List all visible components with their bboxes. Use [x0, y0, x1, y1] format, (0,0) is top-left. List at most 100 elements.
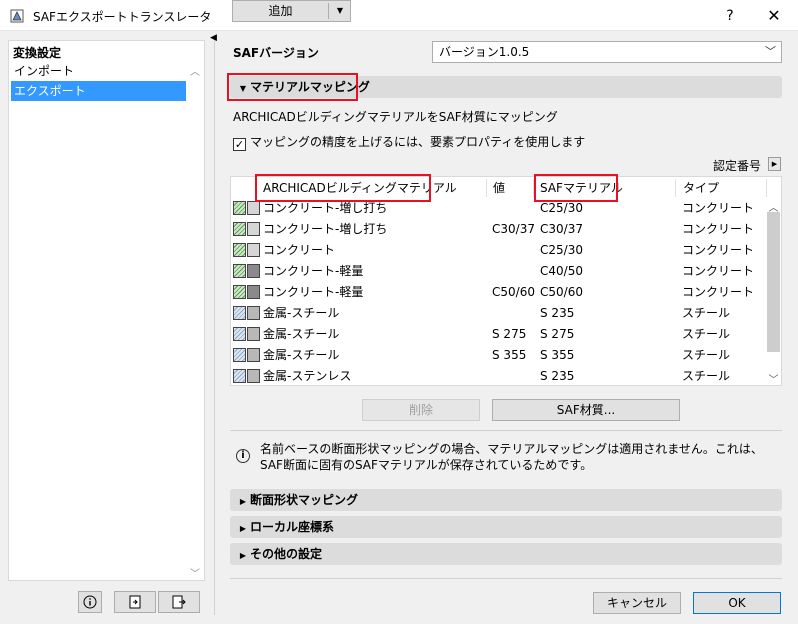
- material-pattern-swatch: [233, 243, 246, 257]
- material-pattern-swatch: [233, 369, 246, 383]
- cell-material: 金属-ステンレス: [263, 369, 352, 383]
- material-pattern-swatch: [233, 264, 246, 278]
- divider: [230, 430, 782, 431]
- chevron-up-icon[interactable]: ︿: [189, 63, 201, 78]
- export-settings-button[interactable]: [158, 591, 200, 613]
- cell-type: コンクリート: [682, 222, 755, 236]
- section-title: ローカル座標系: [250, 520, 335, 534]
- cell-type: コンクリート: [682, 285, 755, 299]
- table-row[interactable]: 金属-スチール S 235 スチール: [231, 302, 765, 323]
- table-row[interactable]: 金属-ステンレス S 235 スチール: [231, 365, 765, 385]
- app-icon: [10, 9, 24, 23]
- info-button[interactable]: [78, 591, 102, 613]
- highlight-box: [255, 174, 431, 202]
- help-button[interactable]: ?: [716, 5, 744, 27]
- chevron-down-icon[interactable]: ﹀: [189, 565, 201, 580]
- cell-saf-material: S 235: [540, 306, 575, 320]
- collapsed-triangle-icon: ▶: [239, 551, 247, 560]
- cell-material: 金属-スチール: [263, 327, 340, 341]
- add-button[interactable]: 追加 ▼: [232, 0, 351, 22]
- cell-material: コンクリート-軽量: [263, 264, 364, 278]
- cert-number-label: 認定番号: [713, 159, 762, 173]
- cell-saf-material: C50/60: [540, 285, 583, 299]
- info-icon: [83, 595, 97, 609]
- highlight-box: [534, 174, 618, 202]
- cell-material: コンクリート-軽量: [263, 285, 364, 299]
- section-title: 断面形状マッピング: [250, 493, 359, 507]
- section-local-coordinates[interactable]: ▶ ローカル座標系: [230, 516, 782, 538]
- col-header-type[interactable]: タイプ: [679, 179, 767, 197]
- material-fill-swatch: [247, 285, 260, 299]
- cell-type: コンクリート: [682, 243, 755, 257]
- chevron-down-icon: ﹀: [765, 45, 776, 58]
- cell-type: コンクリート: [682, 201, 755, 215]
- ok-button[interactable]: OK: [693, 592, 781, 614]
- checkbox-icon: ✓: [233, 138, 246, 151]
- close-icon[interactable]: ✕: [760, 5, 788, 27]
- mapping-description: ARCHICADビルディングマテリアルをSAF材質にマッピング: [233, 110, 558, 124]
- table-scrollbar[interactable]: ︿ ﹀: [766, 197, 781, 385]
- cell-value: S 275: [492, 327, 527, 341]
- cell-value: C30/37: [492, 222, 535, 236]
- material-pattern-swatch: [233, 348, 246, 362]
- material-fill-swatch: [247, 348, 260, 362]
- saf-material-button[interactable]: SAF材質...: [492, 399, 680, 421]
- table-row[interactable]: コンクリート-軽量 C50/60 C50/60 コンクリート: [231, 281, 765, 302]
- table-row[interactable]: 金属-スチール S 355 S 355 スチール: [231, 344, 765, 365]
- delete-button[interactable]: 削除: [362, 399, 480, 421]
- section-profile-mapping[interactable]: ▶ 断面形状マッピング: [230, 489, 782, 511]
- table-row[interactable]: コンクリート-軽量 C40/50 コンクリート: [231, 260, 765, 281]
- scrollbar-thumb[interactable]: [767, 212, 780, 352]
- import-settings-button[interactable]: [114, 591, 156, 613]
- tree-header: 変換設定: [13, 46, 62, 60]
- material-pattern-swatch: [233, 327, 246, 341]
- material-pattern-swatch: [233, 285, 246, 299]
- dropdown-arrow-icon[interactable]: ▼: [333, 1, 347, 21]
- material-fill-swatch: [247, 306, 260, 320]
- cell-type: スチール: [682, 306, 731, 320]
- import-icon: [129, 595, 141, 609]
- material-fill-swatch: [247, 264, 260, 278]
- cell-saf-material: S 235: [540, 369, 575, 383]
- table-row[interactable]: コンクリート C25/30 コンクリート: [231, 239, 765, 260]
- cell-type: スチール: [682, 327, 731, 341]
- material-fill-swatch: [247, 201, 260, 215]
- sidebar-item-export[interactable]: エクスポート: [11, 81, 186, 101]
- saf-version-value: バージョン1.0.5: [439, 45, 530, 59]
- cell-material: 金属-スチール: [263, 306, 340, 320]
- window-title: SAFエクスポートトランスレータ: [33, 10, 212, 24]
- highlight-box: [227, 73, 358, 101]
- cancel-button[interactable]: キャンセル: [593, 592, 681, 614]
- use-element-properties-checkbox[interactable]: ✓ マッピングの精度を上げるには、要素プロパティを使用します: [233, 133, 585, 151]
- cell-material: 金属-スチール: [263, 348, 340, 362]
- cell-saf-material: S 355: [540, 348, 575, 362]
- saf-version-label: SAFバージョン: [233, 46, 319, 60]
- cell-value: S 355: [492, 348, 527, 362]
- cell-type: コンクリート: [682, 264, 755, 278]
- cell-material: コンクリート: [263, 243, 336, 257]
- chevron-down-icon[interactable]: ﹀: [766, 371, 781, 385]
- material-pattern-swatch: [233, 306, 246, 320]
- material-fill-swatch: [247, 243, 260, 257]
- cell-value: C50/60: [492, 285, 535, 299]
- section-other-settings[interactable]: ▶ その他の設定: [230, 543, 782, 565]
- settings-tree: 変換設定 インポート エクスポート ︿ ﹀: [8, 40, 205, 581]
- info-icon: i: [236, 449, 250, 463]
- col-header-value[interactable]: 値: [489, 179, 534, 197]
- cell-saf-material: C25/30: [540, 243, 583, 257]
- info-message: 名前ベースの断面形状マッピングの場合、マテリアルマッピングは適用されません。これ…: [260, 442, 763, 472]
- cert-number-expand-button[interactable]: ▶: [768, 157, 781, 171]
- saf-version-select[interactable]: バージョン1.0.5 ﹀: [432, 41, 782, 63]
- cell-saf-material: C40/50: [540, 264, 583, 278]
- table-row[interactable]: 金属-スチール S 275 S 275 スチール: [231, 323, 765, 344]
- table-row[interactable]: コンクリート-増し打ち C30/37 C30/37 コンクリート: [231, 218, 765, 239]
- cell-saf-material: S 275: [540, 327, 575, 341]
- split-divider: [328, 3, 329, 19]
- add-label: 追加: [268, 4, 293, 18]
- checkbox-label: マッピングの精度を上げるには、要素プロパティを使用します: [250, 135, 586, 149]
- sidebar-item-import[interactable]: インポート: [11, 61, 186, 81]
- material-pattern-swatch: [233, 201, 246, 215]
- material-fill-swatch: [247, 327, 260, 341]
- material-fill-swatch: [247, 222, 260, 236]
- panel-splitter[interactable]: [214, 40, 215, 615]
